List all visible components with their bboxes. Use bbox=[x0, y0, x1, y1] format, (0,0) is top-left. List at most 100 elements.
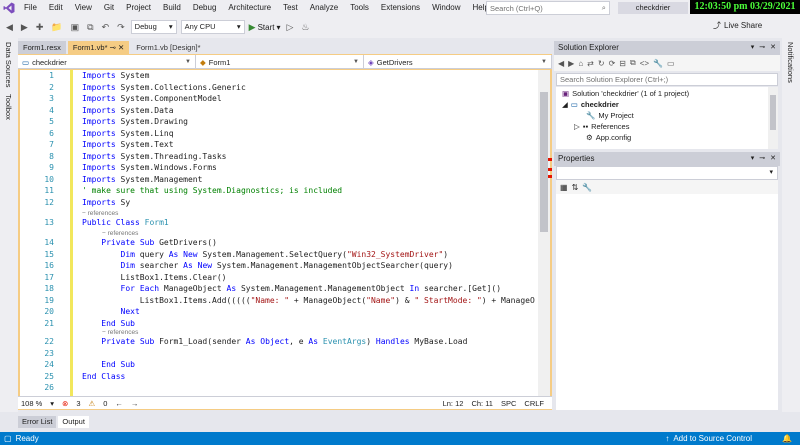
data-sources-tab[interactable]: Data Sources bbox=[4, 42, 13, 87]
properties-object-select[interactable]: ▾ bbox=[556, 166, 778, 180]
code-comment: ' make sure that using System.Diagnostic… bbox=[82, 186, 343, 195]
new-item-icon[interactable]: ✚ bbox=[34, 22, 46, 33]
code-editor[interactable]: 1 Imports System 2 Imports System.Collecti… bbox=[20, 70, 538, 396]
tab-error-list[interactable]: Error List bbox=[18, 416, 57, 428]
close-icon[interactable]: ✕ bbox=[118, 43, 124, 52]
back-icon[interactable]: ◀ bbox=[4, 22, 15, 33]
solution-search-input[interactable]: Search Solution Explorer (Ctrl+;) bbox=[556, 73, 778, 86]
whitespace-indicator[interactable]: SPC bbox=[501, 399, 516, 408]
tree-label: References bbox=[591, 122, 630, 131]
scrollbar-thumb[interactable] bbox=[770, 95, 776, 130]
notification-bell-icon[interactable]: 🔔 bbox=[782, 432, 792, 445]
pin-icon[interactable]: ⊸ bbox=[759, 152, 765, 166]
tree-item-project[interactable]: ◢ ▭ checkdrier bbox=[562, 99, 619, 110]
alphabetical-icon[interactable]: ⇅ bbox=[572, 183, 579, 192]
wrench-icon[interactable]: 🔧 bbox=[653, 59, 663, 68]
expanded-icon[interactable]: ◢ bbox=[562, 99, 568, 110]
save-icon[interactable]: ▣ bbox=[69, 22, 82, 33]
code-line: 6 Imports System.Linq bbox=[20, 128, 538, 140]
menu-test[interactable]: Test bbox=[277, 0, 304, 16]
nav-forward-icon[interactable]: → bbox=[131, 399, 139, 408]
menu-analyze[interactable]: Analyze bbox=[304, 0, 344, 16]
visual-studio-logo-icon[interactable] bbox=[0, 0, 18, 16]
categorized-icon[interactable]: ▦ bbox=[560, 183, 568, 192]
close-icon[interactable]: ✕ bbox=[770, 152, 776, 166]
start-button[interactable]: ▶ Start ▾ bbox=[249, 22, 281, 33]
open-folder-icon[interactable]: 📁 bbox=[49, 22, 64, 33]
configuration-select[interactable]: Debug ▾ bbox=[130, 20, 177, 34]
preview-icon[interactable]: ▭ bbox=[667, 59, 675, 68]
platform-select[interactable]: Any CPU ▾ bbox=[180, 20, 245, 34]
save-all-icon[interactable]: ⧉ bbox=[85, 22, 95, 33]
dropdown-icon[interactable]: ▾ bbox=[751, 41, 755, 55]
switch-views-icon[interactable]: ⇄ bbox=[587, 59, 594, 68]
undo-icon[interactable]: ↶ bbox=[100, 22, 112, 33]
code-view-icon[interactable]: <> bbox=[640, 59, 649, 68]
notifications-tab[interactable]: Notifications bbox=[786, 42, 795, 83]
member-select[interactable]: ◈ GetDrivers ▼ bbox=[364, 55, 552, 69]
warning-count[interactable]: 0 bbox=[103, 399, 107, 408]
sync-icon[interactable]: ⟳ bbox=[609, 59, 616, 68]
chevron-down-icon: ▾ bbox=[276, 22, 281, 32]
tree-item-references[interactable]: ▷ ▪▪ References bbox=[574, 121, 629, 132]
forward-icon[interactable]: ▶ bbox=[19, 22, 30, 33]
add-source-control-button[interactable]: Add to Source Control bbox=[673, 432, 752, 445]
menu-tools[interactable]: Tools bbox=[344, 0, 375, 16]
wrench-icon[interactable]: 🔧 bbox=[582, 183, 592, 192]
run-without-debug-icon[interactable]: ▷ bbox=[285, 22, 296, 33]
live-share-button[interactable]: ⤴ Live Share bbox=[713, 20, 762, 31]
chevron-down-icon: ▾ bbox=[236, 22, 241, 31]
menu-window[interactable]: Window bbox=[426, 0, 466, 16]
tree-item-app-config[interactable]: ⚙ App.config bbox=[586, 132, 631, 143]
tab-form1-vb[interactable]: Form1.vb* ⊸ ✕ bbox=[67, 41, 130, 54]
project-select[interactable]: ▭ checkdrier ▼ bbox=[18, 55, 196, 69]
tree-item-solution[interactable]: ▣ Solution 'checkdrier' (1 of 1 project) bbox=[562, 88, 689, 99]
nav-back-icon[interactable]: ← bbox=[115, 399, 123, 408]
tab-output[interactable]: Output bbox=[58, 416, 89, 428]
menu-file[interactable]: File bbox=[18, 0, 43, 16]
home-icon[interactable]: ⌂ bbox=[578, 59, 583, 68]
menu-build[interactable]: Build bbox=[157, 0, 187, 16]
search-input[interactable]: Search (Ctrl+Q) ⌕ bbox=[486, 1, 610, 15]
menu-extensions[interactable]: Extensions bbox=[375, 0, 426, 16]
close-icon[interactable]: ✕ bbox=[770, 41, 776, 55]
class-select[interactable]: ◆ Form1 ▼ bbox=[196, 55, 364, 69]
menu-git[interactable]: Git bbox=[98, 0, 120, 16]
error-count[interactable]: 3 bbox=[76, 399, 80, 408]
line-number: 5 bbox=[49, 117, 54, 126]
dropdown-icon[interactable]: ▾ bbox=[751, 152, 755, 166]
menu-view[interactable]: View bbox=[69, 0, 98, 16]
code-line: 17 ListBox1.Items.Clear() bbox=[20, 272, 538, 284]
flame-icon[interactable]: ♨ bbox=[299, 22, 311, 33]
redo-icon[interactable]: ↷ bbox=[115, 22, 127, 33]
collapse-all-icon[interactable]: ⊟ bbox=[619, 59, 626, 68]
tree-item-my-project[interactable]: 🔧 My Project bbox=[586, 110, 634, 121]
error-marker[interactable] bbox=[548, 168, 552, 171]
error-marker[interactable] bbox=[548, 175, 552, 178]
collapsed-icon[interactable]: ▷ bbox=[574, 121, 580, 132]
tab-form1-resx[interactable]: Form1.resx bbox=[18, 41, 66, 54]
pin-icon[interactable]: ⊸ bbox=[110, 43, 116, 52]
solution-explorer-titlebar: Solution Explorer ▾ ⊸ ✕ bbox=[554, 41, 780, 55]
menu-edit[interactable]: Edit bbox=[43, 0, 69, 16]
scrollbar-thumb[interactable] bbox=[540, 92, 548, 232]
menu-project[interactable]: Project bbox=[120, 0, 157, 16]
zoom-select[interactable]: 108 % bbox=[21, 399, 42, 408]
line-number: 8 bbox=[49, 151, 54, 161]
show-all-files-icon[interactable]: ⧉ bbox=[630, 58, 636, 68]
menu-architecture[interactable]: Architecture bbox=[222, 0, 277, 16]
line-number: 12 bbox=[44, 197, 54, 207]
line-ending-indicator[interactable]: CRLF bbox=[524, 399, 544, 408]
chevron-down-icon[interactable]: ▾ bbox=[50, 399, 54, 408]
pending-changes-icon[interactable]: ↻ bbox=[598, 59, 605, 68]
menu-debug[interactable]: Debug bbox=[187, 0, 223, 16]
pin-icon[interactable]: ⊸ bbox=[759, 41, 765, 55]
properties-toolbar: ▦ ⇅ 🔧 bbox=[556, 180, 778, 194]
properties-grid bbox=[556, 194, 778, 410]
forward-icon[interactable]: ▶ bbox=[568, 59, 574, 68]
code-line: 8 Imports System.Threading.Tasks bbox=[20, 151, 538, 163]
error-marker[interactable] bbox=[548, 158, 552, 161]
back-icon[interactable]: ◀ bbox=[558, 59, 564, 68]
toolbox-tab[interactable]: Toolbox bbox=[4, 94, 13, 120]
tab-form1-design[interactable]: Form1.vb [Design]* bbox=[131, 41, 206, 54]
